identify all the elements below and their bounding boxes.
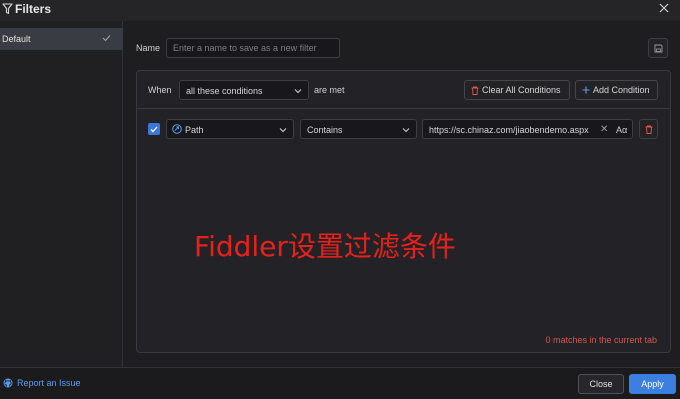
- chevron-down-icon: [402, 128, 410, 133]
- add-condition-button[interactable]: Add Condition: [575, 80, 658, 100]
- check-icon: [102, 35, 111, 42]
- match-case-toggle[interactable]: Aα: [616, 125, 627, 135]
- save-filter-button[interactable]: [648, 38, 668, 58]
- condition-field-select[interactable]: Path: [166, 119, 294, 139]
- operator-value: Contains: [307, 125, 343, 135]
- github-icon: [3, 378, 13, 388]
- field-value: Path: [185, 125, 204, 135]
- clear-all-label: Clear All Conditions: [482, 85, 561, 95]
- close-button[interactable]: Close: [578, 374, 624, 394]
- sidebar-item-default[interactable]: Default: [0, 28, 123, 50]
- plus-icon: [582, 86, 590, 94]
- save-icon: [654, 44, 662, 52]
- condition-value-text[interactable]: https://sc.chinaz.com/jiaobendemo.aspx: [429, 125, 599, 135]
- delete-condition-button[interactable]: [639, 119, 658, 139]
- filter-name-input[interactable]: [166, 38, 340, 58]
- when-label: When: [148, 85, 172, 95]
- filter-editor: Name When all these conditions are met C…: [124, 21, 680, 367]
- checkmark-icon: [150, 126, 158, 132]
- conditions-header: When all these conditions are met Clear …: [137, 71, 670, 109]
- path-icon: [172, 124, 182, 134]
- filter-list-sidebar: Default: [0, 21, 123, 367]
- match-mode-select[interactable]: all these conditions: [179, 80, 309, 100]
- conditions-panel: When all these conditions are met Clear …: [136, 70, 671, 353]
- condition-operator-select[interactable]: Contains: [300, 119, 417, 139]
- report-issue-link[interactable]: Report an Issue: [3, 378, 81, 388]
- matches-count: 0 matches in the current tab: [545, 335, 657, 345]
- clear-all-conditions-button[interactable]: Clear All Conditions: [464, 80, 570, 100]
- report-issue-label: Report an Issue: [17, 378, 81, 388]
- condition-enabled-checkbox[interactable]: [148, 123, 160, 135]
- trash-icon: [471, 86, 479, 95]
- add-condition-label: Add Condition: [593, 85, 650, 95]
- filter-icon: [2, 3, 13, 15]
- trash-icon: [645, 125, 652, 134]
- window-title: Filters: [15, 2, 52, 16]
- overlay-caption: Fiddler设置过滤条件: [194, 230, 456, 263]
- chevron-down-icon: [294, 89, 302, 94]
- clear-value-icon[interactable]: ✕: [600, 124, 608, 135]
- match-mode-value: all these conditions: [186, 86, 263, 96]
- sidebar-item-label: Default: [2, 34, 31, 44]
- close-icon[interactable]: [658, 2, 670, 14]
- chevron-down-icon: [279, 128, 287, 133]
- dialog-footer: Report an Issue Close Apply: [0, 367, 680, 399]
- apply-button[interactable]: Apply: [629, 374, 676, 394]
- condition-row: Path Contains https://sc.chinaz.com/jiao…: [137, 117, 670, 141]
- title-bar: Filters: [0, 0, 680, 21]
- name-label: Name: [136, 43, 161, 53]
- are-met-label: are met: [314, 85, 345, 95]
- condition-value-input[interactable]: https://sc.chinaz.com/jiaobendemo.aspx ✕…: [422, 119, 633, 139]
